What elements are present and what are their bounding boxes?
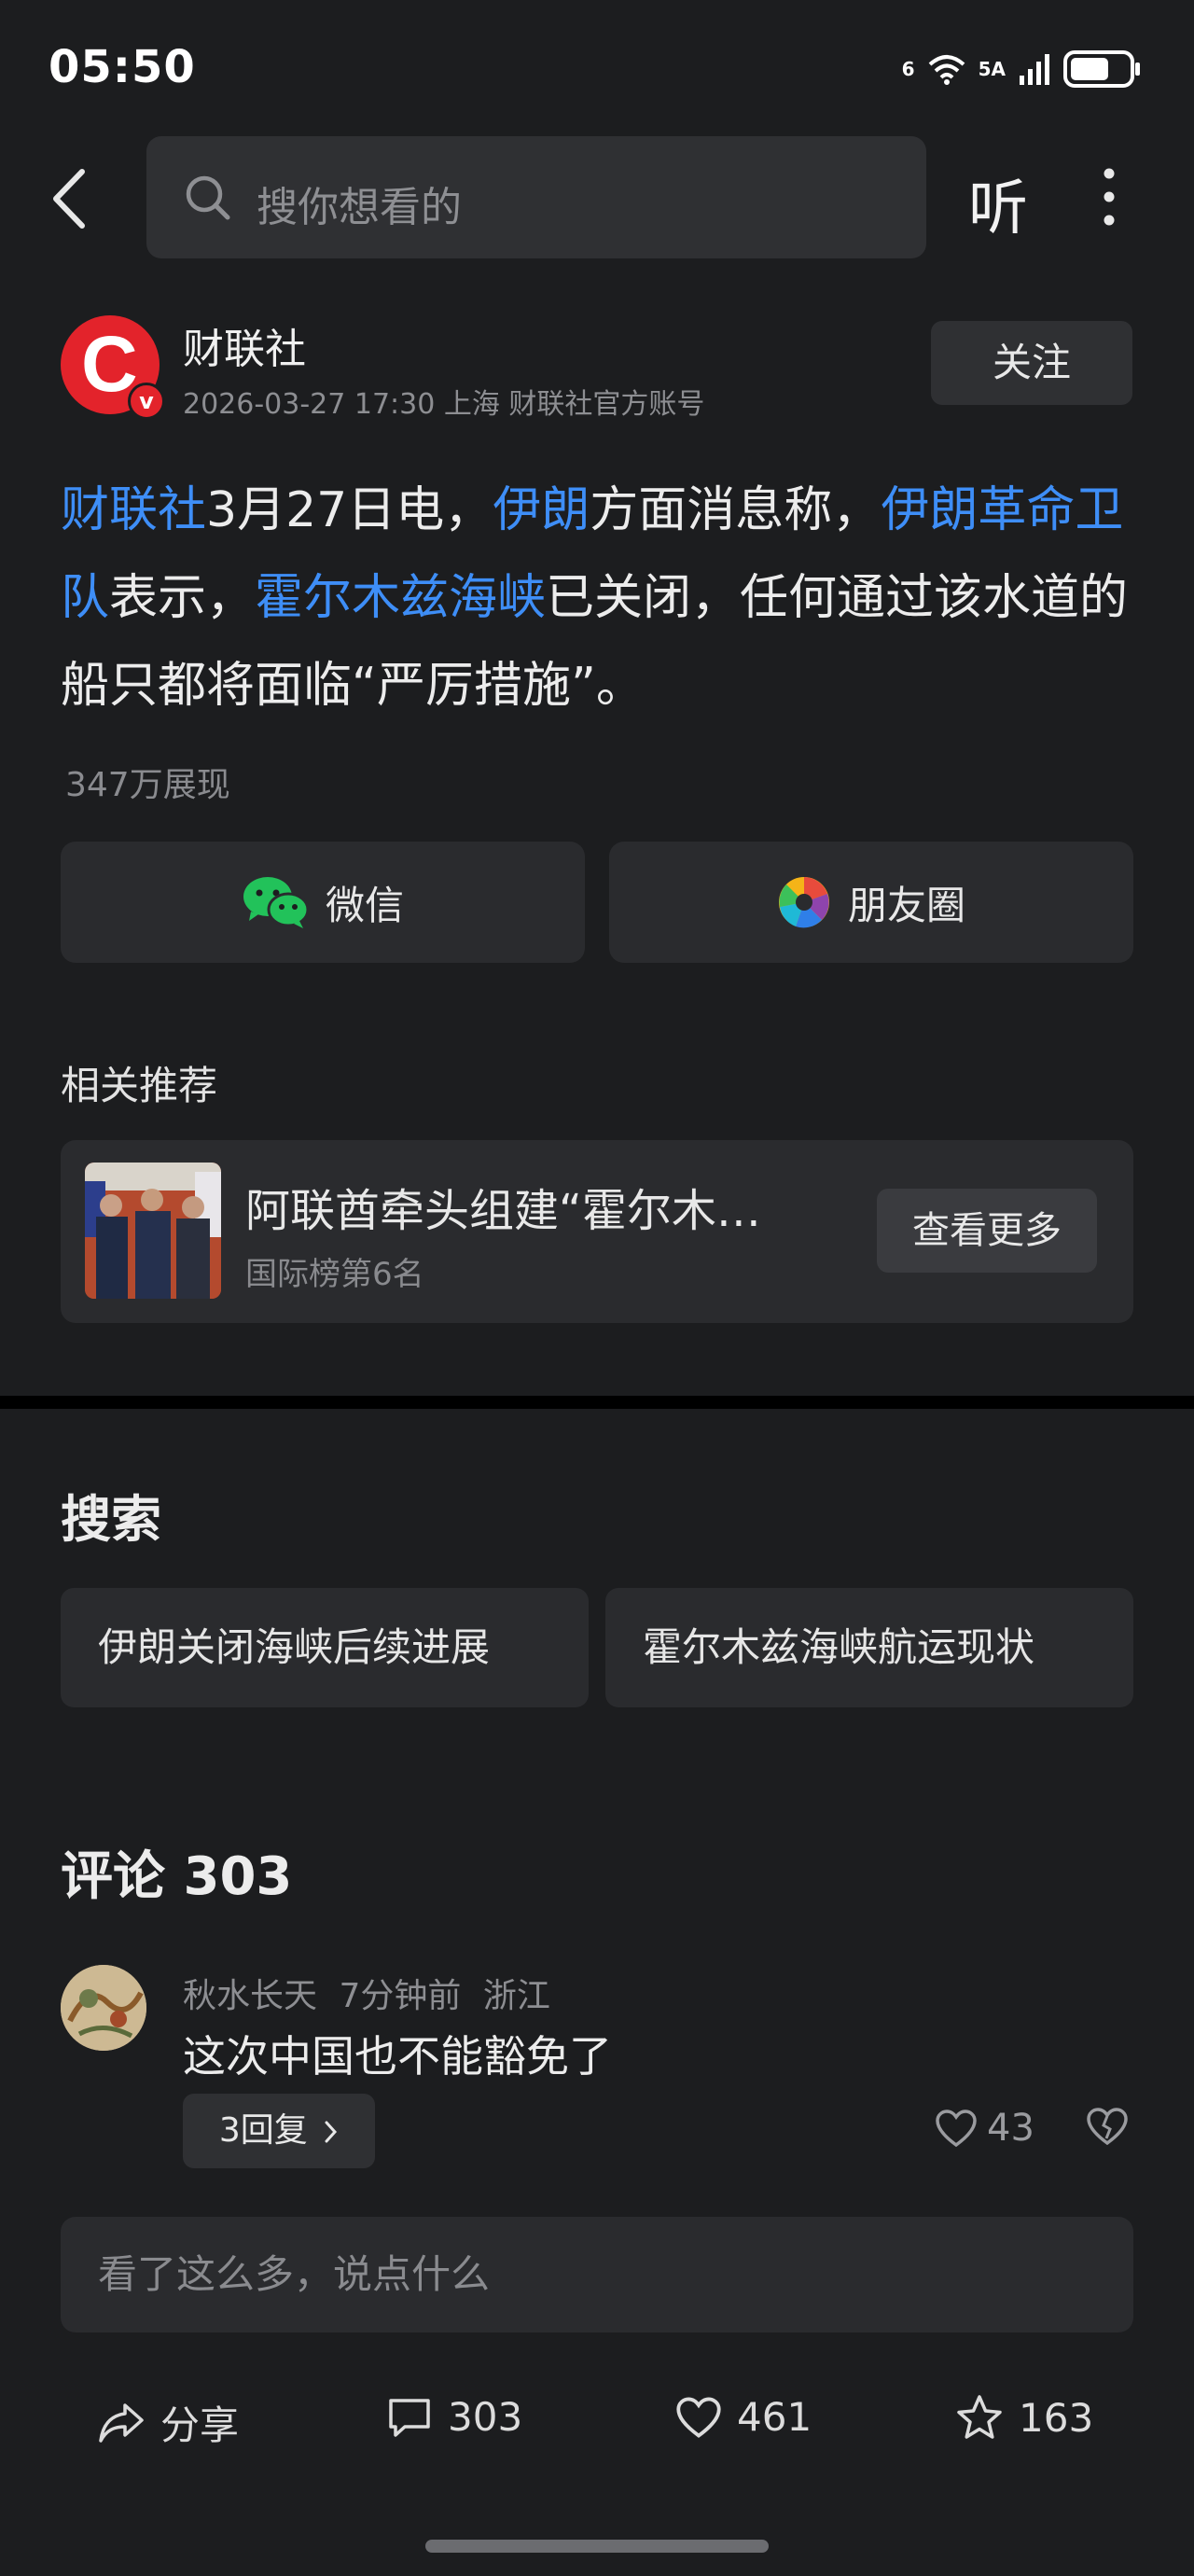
follow-button[interactable]: 关注 <box>931 321 1132 405</box>
replies-label: 3回复 <box>218 2111 308 2150</box>
search-suggestion-chip[interactable]: 伊朗关闭海峡后续进展 <box>61 1588 589 1707</box>
share-label: 分享 <box>160 2402 240 2448</box>
verified-badge-icon: v <box>128 383 165 420</box>
wechat-icon <box>243 877 309 928</box>
listen-button[interactable]: 听 <box>968 160 1028 246</box>
favorite-count: 163 <box>1019 2394 1094 2441</box>
search-section-title: 搜索 <box>61 1490 161 1549</box>
back-arrow-icon[interactable] <box>47 166 93 231</box>
network-label: 5A <box>978 58 1006 80</box>
share-button[interactable]: 分享 <box>97 2394 239 2451</box>
related-card[interactable]: 阿联酋牵头组建“霍尔木… 国际榜第6名 查看更多 <box>61 1140 1133 1323</box>
article-body: 财联社3月27日电，伊朗方面消息称，伊朗革命卫队表示，霍尔木兹海峡已关闭，任何通… <box>61 466 1133 730</box>
article-text: 方面消息称， <box>590 482 882 538</box>
favorite-button[interactable]: 163 <box>955 2394 1093 2441</box>
related-headline: 阿联酋牵头组建“霍尔木… <box>245 1185 761 1237</box>
status-time: 05:50 <box>49 41 196 93</box>
article-link[interactable]: 财联社 <box>61 482 206 538</box>
chevron-right-icon <box>325 2121 338 2143</box>
share-icon <box>99 2402 144 2443</box>
broken-heart-icon[interactable] <box>1086 2107 1129 2146</box>
share-moments-label: 朋友圈 <box>847 882 965 928</box>
home-indicator[interactable] <box>425 2540 769 2553</box>
search-icon <box>186 175 230 220</box>
article-link[interactable]: 霍尔木兹海峡 <box>255 570 546 626</box>
heart-icon <box>936 2110 977 2148</box>
signal-icon <box>1020 54 1049 85</box>
comment-icon <box>389 2398 430 2437</box>
search-input[interactable]: 搜你想看的 <box>146 136 926 258</box>
related-thumbnail <box>85 1163 221 1299</box>
comment-text: 这次中国也不能豁免了 <box>183 2031 612 2082</box>
author-name[interactable]: 财联社 <box>183 315 306 375</box>
author-meta: 2026-03-27 17:30 上海 财联社官方账号 <box>183 388 705 421</box>
more-options-icon[interactable] <box>1095 164 1123 230</box>
comment-count: 303 <box>448 2394 523 2440</box>
article-text: 3月27日电， <box>206 482 493 538</box>
related-title: 相关推荐 <box>61 1063 218 1108</box>
share-moments-button[interactable]: 朋友圈 <box>609 842 1133 963</box>
like-button[interactable]: 461 <box>675 2394 812 2440</box>
see-more-button[interactable]: 查看更多 <box>877 1189 1097 1273</box>
battery-icon <box>1063 50 1140 88</box>
moments-icon <box>778 877 829 928</box>
share-wechat-button[interactable]: 微信 <box>61 842 585 963</box>
comment-like-count: 43 <box>987 2107 1034 2150</box>
commenter-avatar[interactable] <box>61 1965 146 2051</box>
comment-input[interactable]: 看了这么多，说点什么 <box>61 2217 1133 2332</box>
search-placeholder: 搜你想看的 <box>257 184 462 231</box>
like-count: 461 <box>737 2394 812 2440</box>
share-wechat-label: 微信 <box>325 882 404 928</box>
author-avatar[interactable]: C v <box>61 315 165 420</box>
star-icon <box>957 2395 1002 2439</box>
commenter-name[interactable]: 秋水长天 <box>183 1977 317 2015</box>
article-text: 表示， <box>109 570 256 626</box>
view-count: 347万展现 <box>65 766 230 804</box>
search-suggestion-chip[interactable]: 霍尔木兹海峡航运现状 <box>605 1588 1133 1707</box>
heart-icon <box>676 2397 721 2438</box>
comment-location: 浙江 <box>482 1977 550 2015</box>
comment-like-button[interactable]: 43 <box>935 2107 1034 2150</box>
related-rank: 国际榜第6名 <box>245 1256 424 1293</box>
comment-meta: 秋水长天 7分钟前 浙江 <box>183 1969 550 2017</box>
comment-time: 7分钟前 <box>339 1977 462 2015</box>
comment-button[interactable]: 303 <box>386 2394 522 2440</box>
wifi-label: 6 <box>901 58 915 80</box>
status-icons: 6 5A <box>902 49 1142 90</box>
view-replies-button[interactable]: 3回复 <box>183 2094 375 2168</box>
comments-title: 评论 303 <box>61 1846 293 1907</box>
section-divider <box>0 1396 1194 1409</box>
wifi-icon <box>928 55 965 85</box>
article-link[interactable]: 伊朗 <box>493 482 590 538</box>
